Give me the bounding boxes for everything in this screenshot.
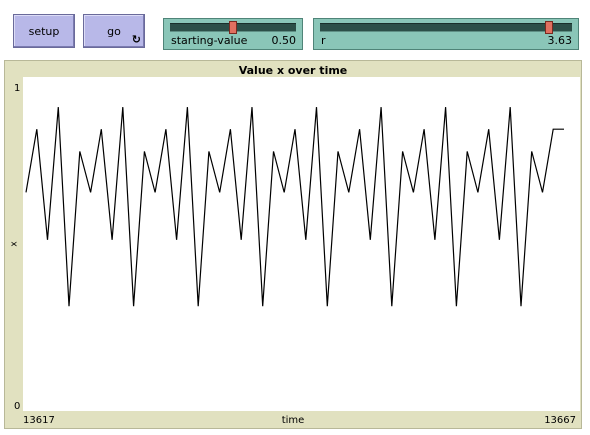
series-line bbox=[25, 107, 564, 307]
forever-loop-icon: ↻ bbox=[131, 33, 141, 46]
slider-label: starting-value bbox=[171, 34, 248, 47]
go-button[interactable]: go ↻ bbox=[83, 14, 145, 48]
y-tick-label-min: 0 bbox=[14, 401, 21, 412]
y-tick-label-max: 1 bbox=[14, 83, 21, 94]
setup-button[interactable]: setup bbox=[13, 14, 75, 48]
slider-thumb[interactable] bbox=[229, 21, 237, 34]
starting-value-slider[interactable]: starting-value 0.50 bbox=[163, 18, 303, 50]
y-axis-label: x bbox=[9, 241, 20, 247]
x-tick-label-max: 13667 bbox=[544, 415, 576, 426]
slider-label: r bbox=[321, 34, 326, 47]
line-chart bbox=[25, 107, 564, 307]
x-axis-label: time bbox=[281, 415, 305, 426]
setup-button-label: setup bbox=[28, 24, 60, 38]
go-button-label: go bbox=[107, 24, 121, 38]
plot-panel: Value x over time 1 0 x 13617 time 13667 bbox=[4, 60, 582, 429]
slider-thumb[interactable] bbox=[544, 21, 553, 34]
slider-value: 0.50 bbox=[271, 34, 297, 47]
plot-title: Value x over time bbox=[238, 64, 348, 77]
r-slider[interactable]: r 3.63 bbox=[313, 18, 579, 50]
slider-value: 3.63 bbox=[547, 34, 573, 47]
plot-area bbox=[23, 77, 580, 411]
slider-track[interactable] bbox=[320, 21, 572, 34]
slider-track[interactable] bbox=[170, 21, 296, 34]
